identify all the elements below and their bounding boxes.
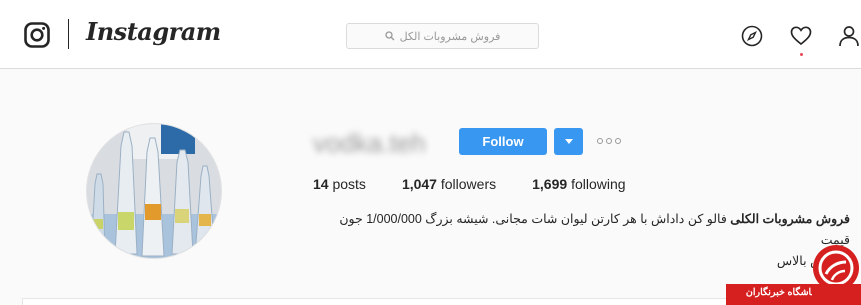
profile-icon[interactable] [838, 25, 860, 47]
search-placeholder: فروش مشروبات الکل [399, 30, 501, 43]
following-stat[interactable]: 1,699 following [532, 176, 625, 192]
profile-stats: 14 posts 1,047 followers 1,699 following [313, 176, 662, 192]
nav-divider [68, 19, 69, 49]
profile-avatar[interactable] [86, 123, 222, 259]
caret-down-icon [564, 139, 573, 144]
follow-button[interactable]: Follow [459, 128, 547, 155]
followers-label: followers [440, 176, 497, 192]
followers-count: 1,047 [401, 176, 437, 192]
watermark-logo-icon [812, 245, 861, 305]
suggestions-dropdown-button[interactable] [554, 128, 583, 155]
dot-icon [606, 138, 612, 144]
instagram-glyph-icon[interactable] [24, 22, 50, 48]
heart-icon[interactable] [790, 25, 812, 47]
posts-stat: 14 posts [313, 176, 366, 192]
avatar-photo [87, 124, 221, 258]
bio-title: فروش مشروبات الکلی [730, 212, 850, 226]
dot-icon [615, 138, 621, 144]
profile-username: vodka.teh [313, 128, 426, 158]
instagram-wordmark[interactable]: Instagram [86, 17, 221, 46]
more-options-button[interactable] [597, 136, 623, 146]
notification-dot [800, 53, 803, 56]
search-icon [384, 31, 395, 41]
posts-label: posts [332, 176, 366, 192]
top-nav: Instagram فروش مشروبات الکل [0, 0, 861, 69]
compass-icon[interactable] [741, 25, 763, 47]
search-input[interactable]: فروش مشروبات الکل [346, 23, 539, 49]
following-count: 1,699 [532, 176, 568, 192]
posts-count: 14 [313, 176, 329, 192]
followers-stat[interactable]: 1,047 followers [402, 176, 496, 192]
news-agency-watermark: باشگاه خبرنگاران [726, 244, 861, 305]
following-label: following [571, 176, 626, 192]
posts-grid-edge [22, 298, 742, 305]
dot-icon [597, 138, 603, 144]
